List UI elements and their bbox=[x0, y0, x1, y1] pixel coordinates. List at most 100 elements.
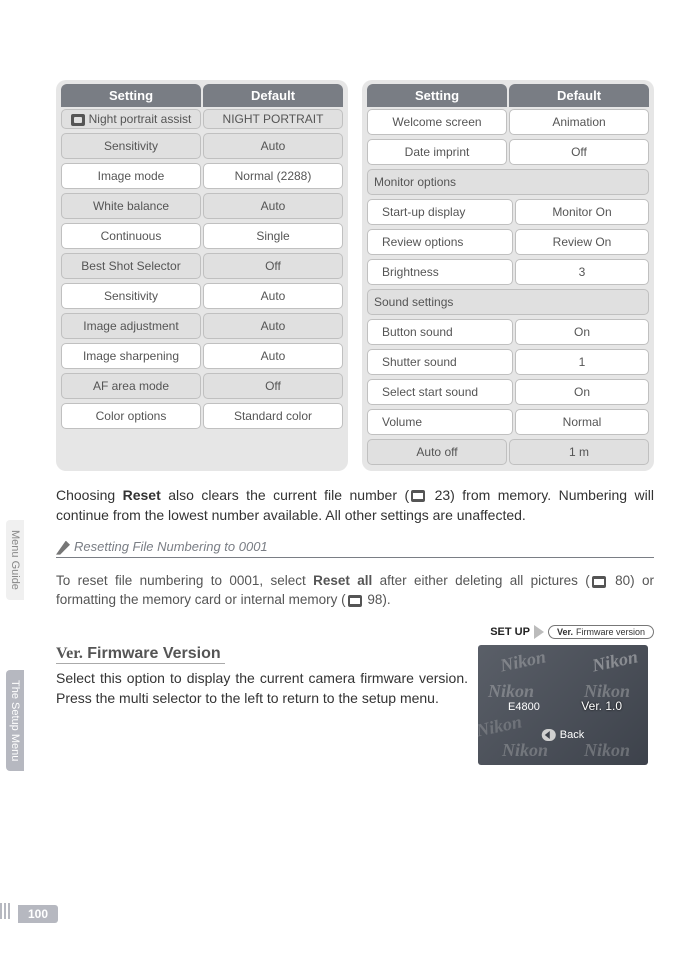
setting-name: Welcome screen bbox=[367, 109, 507, 135]
reset-keyword: Reset bbox=[123, 487, 161, 503]
setting-default: Review On bbox=[515, 229, 649, 255]
arrow-left-icon bbox=[542, 729, 556, 741]
setting-name: Brightness bbox=[367, 259, 513, 285]
note-title: Resetting File Numbering to 0001 bbox=[74, 539, 268, 554]
setting-default: Standard color bbox=[203, 403, 343, 429]
setting-name: Image sharpening bbox=[61, 343, 201, 369]
table-row: Color optionsStandard color bbox=[60, 401, 344, 431]
camera-model: E4800 bbox=[508, 701, 540, 713]
settings-tables: Setting Default Night portrait assistNIG… bbox=[56, 80, 654, 471]
ver-prefix: Ver. bbox=[557, 627, 573, 637]
table-row: Review optionsReview On bbox=[366, 227, 650, 257]
left-settings-table: Setting Default Night portrait assistNIG… bbox=[56, 80, 348, 471]
setting-default: Auto bbox=[203, 133, 343, 159]
setting-name: Continuous bbox=[61, 223, 201, 249]
table-row: Auto off1 m bbox=[366, 437, 650, 467]
col-header-setting: Setting bbox=[61, 84, 201, 107]
setting-default: Auto bbox=[203, 313, 343, 339]
setting-name: AF area mode bbox=[61, 373, 201, 399]
reset-all-keyword: Reset all bbox=[313, 573, 372, 588]
breadcrumb-pill: Ver. Firmware version bbox=[548, 625, 654, 639]
table-row: ContinuousSingle bbox=[60, 221, 344, 251]
setting-name: Image mode bbox=[61, 163, 201, 189]
table-row: AF area modeOff bbox=[60, 371, 344, 401]
setting-name: Start-up display bbox=[367, 199, 513, 225]
side-tab-menu-guide: Menu Guide bbox=[6, 520, 24, 600]
side-tabs: Menu Guide The Setup Menu bbox=[6, 520, 24, 841]
table-section-header: Monitor options bbox=[366, 167, 650, 197]
brand-watermark: Nikon bbox=[478, 711, 524, 741]
table-row: Night portrait assistNIGHT PORTRAIT bbox=[60, 107, 344, 131]
firmware-heading-text: Firmware Version bbox=[87, 645, 220, 662]
setting-default: Normal (2288) bbox=[203, 163, 343, 189]
page-ref-icon bbox=[411, 490, 425, 502]
table-row: Date imprintOff bbox=[366, 137, 650, 167]
side-tab-setup-menu: The Setup Menu bbox=[6, 670, 24, 771]
chevron-right-icon bbox=[534, 625, 544, 639]
setting-default: Off bbox=[509, 139, 649, 165]
table-row: Image modeNormal (2288) bbox=[60, 161, 344, 191]
setting-default: 1 bbox=[515, 349, 649, 375]
table-row: Brightness3 bbox=[366, 257, 650, 287]
table-row: Image adjustmentAuto bbox=[60, 311, 344, 341]
right-settings-table: Setting Default Welcome screenAnimationD… bbox=[362, 80, 654, 471]
table-row: SensitivityAuto bbox=[60, 131, 344, 161]
section-label: Monitor options bbox=[367, 169, 649, 195]
page-number: 100 bbox=[18, 905, 58, 923]
setting-name: Best Shot Selector bbox=[61, 253, 201, 279]
table-section-header: Sound settings bbox=[366, 287, 650, 317]
setting-name: Volume bbox=[367, 409, 513, 435]
setting-name: Select start sound bbox=[367, 379, 513, 405]
table-row: Button soundOn bbox=[366, 317, 650, 347]
setting-name: Image adjustment bbox=[61, 313, 201, 339]
table-row: Image sharpeningAuto bbox=[60, 341, 344, 371]
setting-default: Animation bbox=[509, 109, 649, 135]
page-ref-icon bbox=[592, 576, 606, 588]
ver-prefix: Ver. bbox=[56, 645, 83, 662]
back-label: Back bbox=[560, 729, 584, 741]
setting-name: Auto off bbox=[367, 439, 507, 465]
brand-watermark: Nikon bbox=[498, 646, 547, 676]
text: To reset file numbering to 0001, select bbox=[56, 573, 313, 588]
table-row: Welcome screenAnimation bbox=[366, 107, 650, 137]
setting-default: Normal bbox=[515, 409, 649, 435]
setting-default: Off bbox=[203, 253, 343, 279]
setting-name: Review options bbox=[367, 229, 513, 255]
text: also clears the current file number ( bbox=[161, 487, 409, 503]
col-header-default: Default bbox=[509, 84, 649, 107]
breadcrumb: SET UP Ver. Firmware version bbox=[478, 625, 654, 639]
setting-default: 3 bbox=[515, 259, 649, 285]
setting-default: Auto bbox=[203, 193, 343, 219]
setting-default: On bbox=[515, 379, 649, 405]
note-body: To reset file numbering to 0001, select … bbox=[56, 571, 654, 609]
table-row: White balanceAuto bbox=[60, 191, 344, 221]
firmware-version-value: Ver. 1.0 bbox=[581, 699, 622, 713]
setting-default: Auto bbox=[203, 283, 343, 309]
text: after either deleting all pictures ( bbox=[372, 573, 589, 588]
table-row: Best Shot SelectorOff bbox=[60, 251, 344, 281]
reset-paragraph: Choosing Reset also clears the current f… bbox=[56, 485, 654, 525]
table-row: Select start soundOn bbox=[366, 377, 650, 407]
breadcrumb-setup: SET UP bbox=[490, 626, 530, 638]
back-indicator: Back bbox=[542, 729, 584, 741]
text: 98). bbox=[364, 592, 391, 607]
table-header-row: Setting Default bbox=[366, 84, 650, 107]
table-row: Start-up displayMonitor On bbox=[366, 197, 650, 227]
setting-name: Sensitivity bbox=[61, 133, 201, 159]
setting-name: White balance bbox=[61, 193, 201, 219]
table-row: VolumeNormal bbox=[366, 407, 650, 437]
setting-name: Night portrait assist bbox=[61, 109, 201, 129]
setting-default: NIGHT PORTRAIT bbox=[203, 109, 343, 129]
note-heading: Resetting File Numbering to 0001 bbox=[56, 539, 654, 558]
setting-default: Auto bbox=[203, 343, 343, 369]
firmware-heading: Ver. Firmware Version bbox=[56, 645, 225, 664]
table-row: Shutter sound1 bbox=[366, 347, 650, 377]
page-ref-icon bbox=[348, 595, 362, 607]
footer-bars-icon bbox=[0, 903, 12, 924]
camera-screen-preview: Nikon Nikon Nikon Nikon Nikon Nikon Niko… bbox=[478, 645, 648, 765]
table-row: SensitivityAuto bbox=[60, 281, 344, 311]
scene-mode-icon bbox=[71, 114, 85, 126]
col-header-setting: Setting bbox=[367, 84, 507, 107]
text: Choosing bbox=[56, 487, 123, 503]
setting-default: 1 m bbox=[509, 439, 649, 465]
